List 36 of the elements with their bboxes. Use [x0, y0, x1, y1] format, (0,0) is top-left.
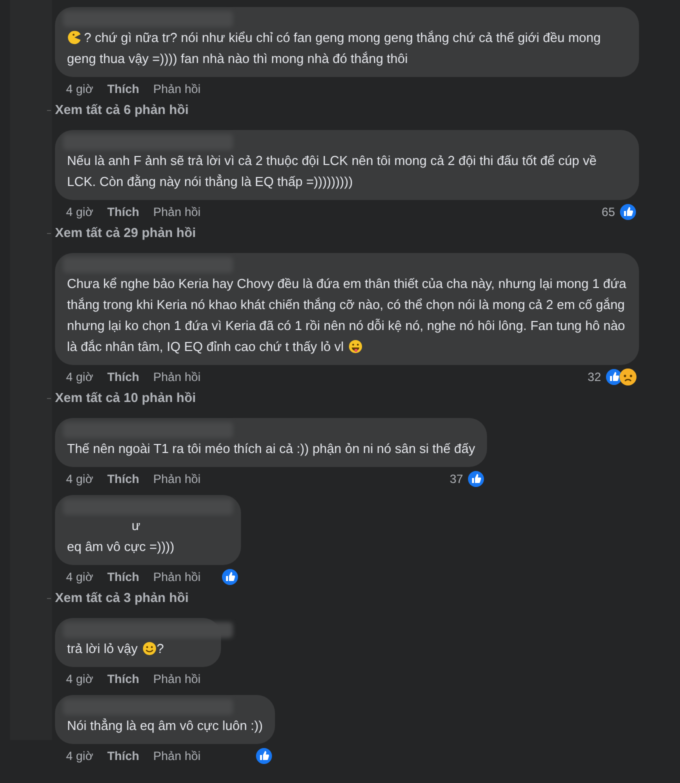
view-replies-link[interactable]: Xem tất cả 10 phản hồi [55, 388, 196, 408]
comment-time: 4 giờ [66, 369, 94, 386]
comment-time: 4 giờ [66, 671, 94, 688]
like-link[interactable]: Thích [107, 368, 140, 386]
view-replies-link[interactable]: Xem tất cả 29 phản hồi [55, 223, 196, 243]
comment-text: trả lời lỏ vậy ? [67, 640, 165, 658]
reaction-count: 37 [450, 471, 464, 488]
comment-time: 4 giờ [66, 204, 94, 221]
reply-link[interactable]: Phản hồi [153, 203, 201, 221]
like-link[interactable]: Thích [107, 670, 140, 688]
reply-link[interactable]: Phản hồi [153, 368, 201, 386]
comment-text: ? chứ gì nữa tr? nói như kiểu chỉ có fan geng mong geng thắng chứ cả thế giới đều mong geng thua vậy =)))) fan nhà nào thì mong nhà đó thắng thôi [67, 29, 602, 68]
comment-time: 4 giờ [66, 569, 94, 586]
reaction-count: 65 [602, 204, 615, 221]
comment-text: eq âm vô cực =)))) [67, 538, 176, 556]
like-link[interactable]: Thích [107, 80, 140, 98]
comment-text: Thế nên ngoài T1 ra tôi méo thích ai cả :)) phận ỏn ni nó sân si thế đấy [67, 440, 476, 458]
reaction-count: 32 [588, 369, 601, 386]
comment-text: Nói thẳng là eq âm vô cực luôn :)) [67, 717, 263, 735]
reply-link[interactable]: Phản hồi [153, 747, 201, 765]
reply-link[interactable]: Phản hồi [153, 470, 201, 488]
reply-link[interactable]: Phản hồi [153, 80, 201, 98]
view-replies-link[interactable]: Xem tất cả 3 phản hồi [55, 588, 189, 608]
like-link[interactable]: Thích [107, 203, 140, 221]
like-link[interactable]: Thích [107, 470, 140, 488]
like-link[interactable]: Thích [107, 747, 140, 765]
view-replies-link[interactable]: Xem tất cả 6 phản hồi [55, 100, 189, 120]
reply-link[interactable]: Phản hồi [153, 568, 201, 586]
like-link[interactable]: Thích [107, 568, 140, 586]
comment-time: 4 giờ [66, 81, 94, 98]
comment-time: 4 giờ [66, 471, 94, 488]
comment-time: 4 giờ [66, 748, 94, 765]
comment-text: Chưa kể nghe bảo Keria hay Chovy đều là đứa em thân thiết của cha này, nhưng lại mong 1 đứa thắng trong khi Keria nó khao khát chiến thắng cỡ nào, có thể chọn nói là mong cả 2 em cố gắng nhưng lại ko chọn 1 đứa vì Keria đã có 1 rồi nên nó dỗi kệ nó, nghe nó hôi lông. Fan tung hô nào là đắc nhân tâm, IQ EQ đỉnh cao chứ t thấy lỏ vl [67, 275, 627, 356]
comment-text: ư [130, 517, 142, 535]
comment-text: Nếu là anh F ảnh sẽ trả lời vì cả 2 thuộc đội LCK nên tôi mong cả 2 đội thi đấu tốt để cúp về LCK. Còn đằng này nói thẳng là EQ thấp =))))))))) [67, 152, 598, 191]
reply-link[interactable]: Phản hồi [153, 670, 201, 688]
